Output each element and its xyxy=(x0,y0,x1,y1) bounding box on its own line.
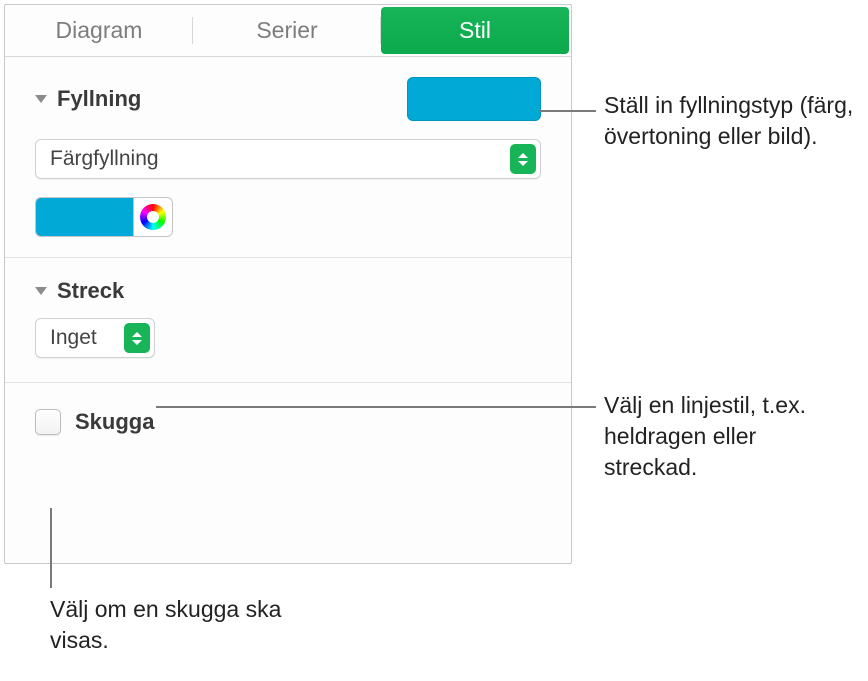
style-panel: Diagram Serier Stil Fyllning Färgfyllnin… xyxy=(4,4,572,564)
fill-color-swatch[interactable] xyxy=(35,197,133,237)
section-stroke-header: Streck xyxy=(35,278,541,304)
fill-preview-swatch[interactable] xyxy=(407,77,541,121)
popup-arrows-icon xyxy=(510,144,536,174)
callout-line xyxy=(50,508,52,588)
section-stroke: Streck Inget xyxy=(5,258,571,383)
section-stroke-title: Streck xyxy=(57,278,124,304)
callout-shadow: Välj om en skugga ska visas. xyxy=(50,594,310,656)
callout-fill: Ställ in fyllningstyp (färg, övertoning … xyxy=(604,90,854,152)
tab-stil[interactable]: Stil xyxy=(381,7,569,54)
chevron-down-icon xyxy=(35,95,47,103)
section-fill: Fyllning Färgfyllning xyxy=(5,57,571,258)
section-stroke-title-wrap[interactable]: Streck xyxy=(35,278,124,304)
stroke-style-label: Inget xyxy=(50,326,97,350)
tab-diagram[interactable]: Diagram xyxy=(5,5,193,56)
tab-serier[interactable]: Serier xyxy=(193,5,381,56)
section-shadow-title: Skugga xyxy=(75,409,154,435)
chevron-down-icon xyxy=(35,287,47,295)
color-wheel-icon xyxy=(140,204,166,230)
callout-line xyxy=(540,110,596,112)
color-wheel-button[interactable] xyxy=(133,197,173,237)
fill-type-label: Färgfyllning xyxy=(50,147,159,171)
section-fill-title-wrap[interactable]: Fyllning xyxy=(35,86,141,112)
shadow-row: Skugga xyxy=(35,403,541,441)
callout-stroke: Välj en linjestil, t.ex. heldragen eller… xyxy=(604,390,854,483)
tab-bar: Diagram Serier Stil xyxy=(5,5,571,57)
fill-type-popup[interactable]: Färgfyllning xyxy=(35,139,541,179)
shadow-checkbox[interactable] xyxy=(35,409,61,435)
section-shadow: Skugga xyxy=(5,383,571,451)
stroke-style-popup[interactable]: Inget xyxy=(35,318,155,358)
popup-arrows-icon xyxy=(124,323,150,353)
callout-line xyxy=(156,406,596,408)
section-fill-title: Fyllning xyxy=(57,86,141,112)
section-fill-header: Fyllning xyxy=(35,77,541,121)
fill-color-row xyxy=(35,197,541,237)
